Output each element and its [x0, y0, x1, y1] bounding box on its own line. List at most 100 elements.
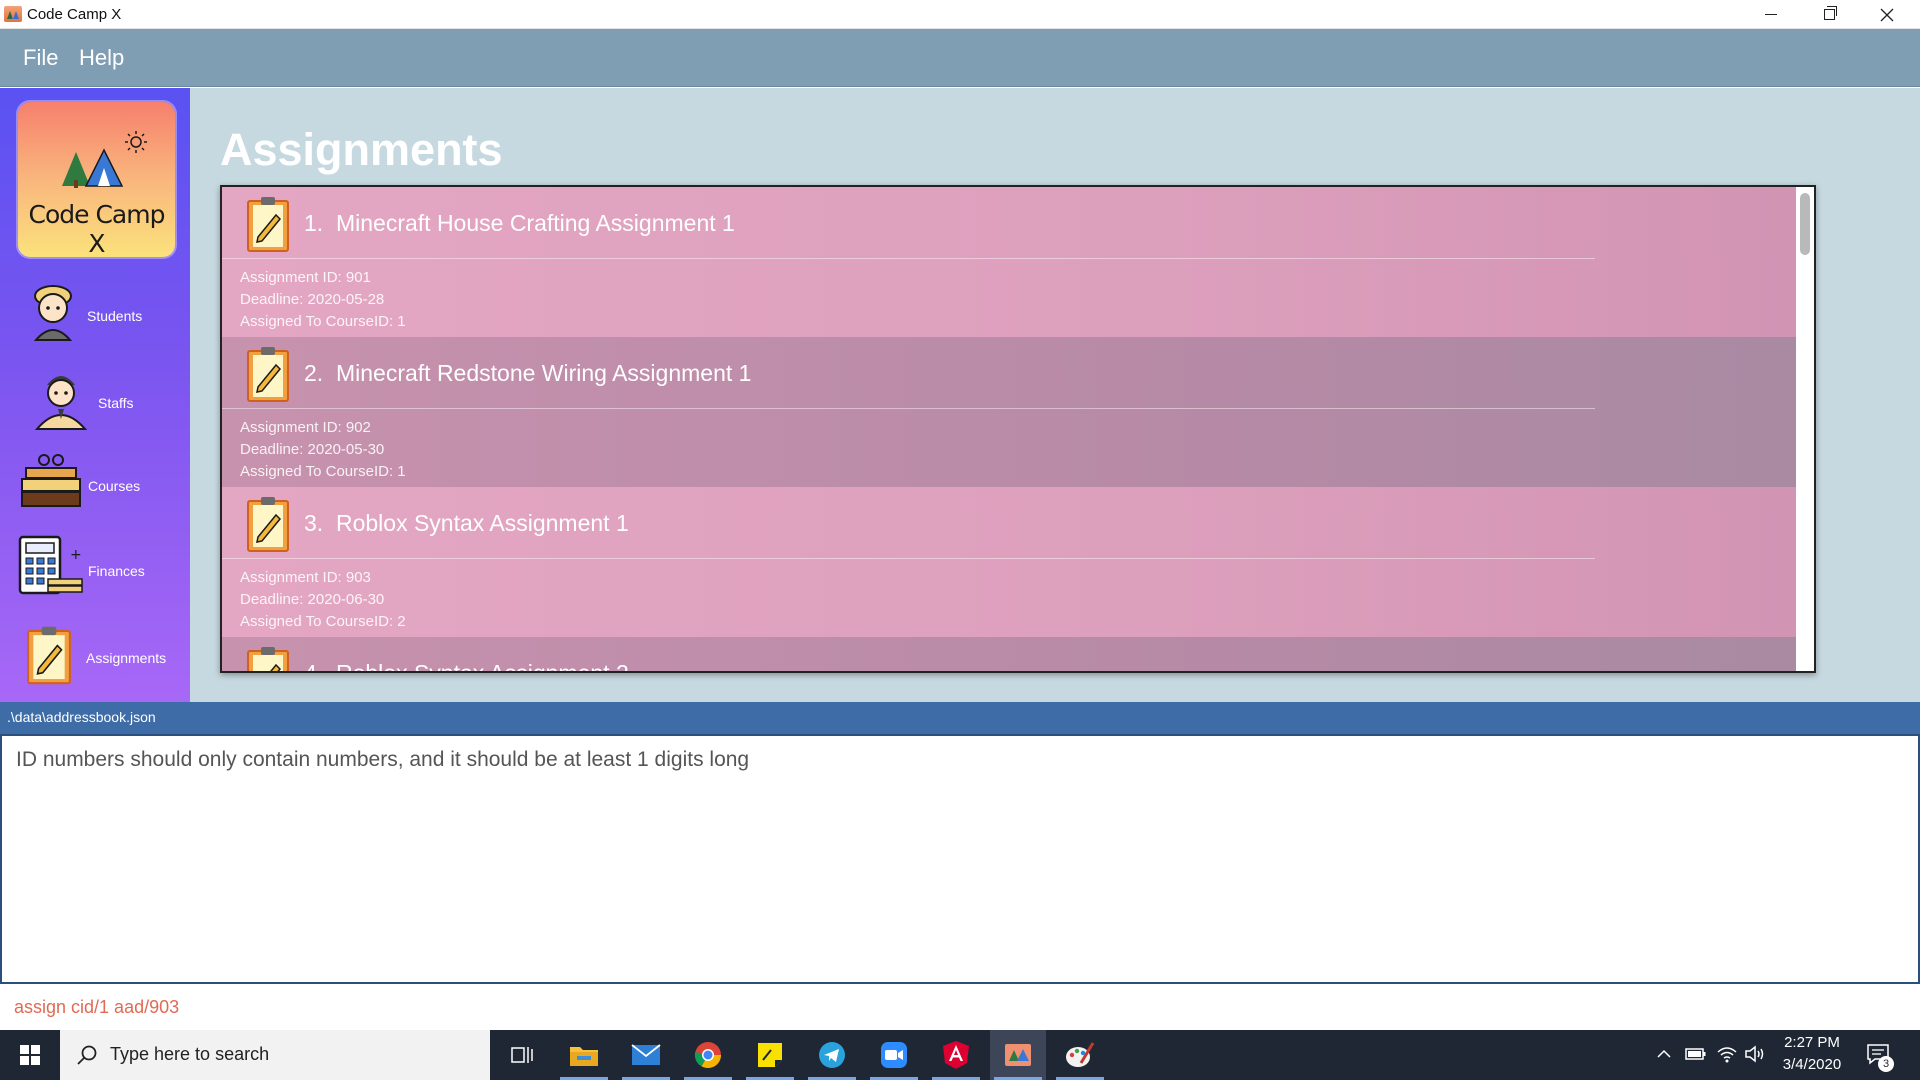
assignment-index: 2.: [304, 360, 324, 386]
taskbar-paint[interactable]: [1052, 1030, 1108, 1080]
taskbar-telegram[interactable]: [804, 1030, 860, 1080]
result-message: ID numbers should only contain numbers, …: [16, 748, 750, 771]
show-hidden-icons-chevron-icon[interactable]: [1656, 1044, 1672, 1064]
assignment-index: 1.: [304, 210, 324, 236]
menu-help[interactable]: Help: [79, 45, 124, 71]
assignment-course: Assigned To CourseID: 2: [240, 613, 406, 630]
staff-icon: [34, 376, 88, 430]
assignment-name: Roblox Syntax Assignment 2: [336, 660, 629, 671]
taskbar: Type here to search 2:27 PM 3/4/2020 3: [0, 1030, 1920, 1080]
assignment-list[interactable]: 1. Minecraft House Crafting Assignment 1…: [220, 185, 1816, 673]
app-logo: Code Camp X: [18, 102, 175, 258]
sidebar-item-label: Finances: [88, 563, 145, 579]
divider: [222, 558, 1595, 559]
sidebar-item-students[interactable]: Students: [0, 278, 190, 356]
assignment-icon: [247, 347, 289, 402]
sidebar-item-label: Staffs: [98, 395, 134, 411]
list-item[interactable]: 4. Roblox Syntax Assignment 2: [222, 637, 1796, 671]
sidebar-item-label: Courses: [88, 478, 141, 494]
clock-time[interactable]: 2:27 PM: [1772, 1034, 1852, 1051]
task-view-icon: [511, 1047, 533, 1063]
restore-button[interactable]: [1800, 0, 1858, 29]
assignment-icon: [247, 197, 289, 252]
sidebar-item-label: Students: [87, 308, 143, 324]
notification-count-badge: 3: [1878, 1056, 1894, 1072]
assignment-title: 3. Roblox Syntax Assignment 1: [304, 510, 629, 537]
taskbar-zoom[interactable]: [866, 1030, 922, 1080]
code-camp-x-icon: [1005, 1044, 1031, 1066]
file-explorer-icon: [570, 1047, 598, 1066]
data-file-path: .\data\addressbook.json: [7, 709, 156, 725]
sun-icon: [125, 131, 147, 153]
list-item[interactable]: 2. Minecraft Redstone Wiring Assignment …: [222, 337, 1796, 487]
sidebar-item-assignments[interactable]: Assignments: [0, 618, 190, 696]
assignment-id: Assignment ID: 902: [240, 419, 371, 436]
taskbar-angular[interactable]: [928, 1030, 984, 1080]
list-scrollbar[interactable]: [1796, 187, 1814, 671]
sidebar-item-courses[interactable]: Courses: [0, 448, 190, 526]
volume-icon[interactable]: [1744, 1044, 1766, 1064]
assignment-list-viewport: 1. Minecraft House Crafting Assignment 1…: [222, 187, 1796, 671]
restore-icon: [1823, 6, 1837, 20]
minimize-button[interactable]: [1742, 0, 1800, 29]
main-panel: Assignments 1. Minecraft House Crafting …: [190, 88, 1920, 702]
courses-icon: [21, 454, 81, 507]
assignment-icon: [247, 647, 289, 671]
assignment-id: Assignment ID: 901: [240, 269, 371, 286]
taskbar-file-explorer[interactable]: [556, 1030, 612, 1080]
chrome-icon: [694, 1042, 722, 1069]
assignment-title: 1. Minecraft House Crafting Assignment 1: [304, 210, 735, 237]
taskbar-sticky-notes[interactable]: [742, 1030, 798, 1080]
taskbar-mail[interactable]: [618, 1030, 674, 1080]
assignment-deadline: Deadline: 2020-05-30: [240, 441, 385, 458]
assignment-course: Assigned To CourseID: 1: [240, 463, 406, 480]
assignment-deadline: Deadline: 2020-05-28: [240, 291, 385, 308]
close-button[interactable]: [1858, 0, 1916, 29]
menu-file[interactable]: File: [23, 45, 58, 71]
camp-tents-icon: [62, 148, 124, 188]
search-placeholder: Type here to search: [110, 1044, 270, 1064]
svg-text:+: +: [70, 547, 82, 563]
sidebar-item-label: Assignments: [86, 650, 167, 666]
assignment-index: 4.: [304, 660, 323, 671]
wifi-icon[interactable]: [1716, 1044, 1738, 1064]
page-title: Assignments: [220, 124, 503, 175]
zoom-icon: [881, 1042, 907, 1068]
telegram-icon: [819, 1042, 845, 1068]
angular-icon: [943, 1041, 969, 1069]
status-bar: .\data\addressbook.json: [0, 702, 1920, 734]
battery-icon[interactable]: [1685, 1044, 1707, 1064]
taskbar-code-camp-x[interactable]: [990, 1030, 1046, 1080]
assignment-name: Minecraft House Crafting Assignment 1: [335, 210, 735, 236]
app-logo-icon: [4, 6, 22, 22]
assignment-course: Assigned To CourseID: 1: [240, 313, 406, 330]
minimize-icon: [1765, 14, 1777, 15]
start-button[interactable]: [0, 1030, 60, 1080]
windows-icon: [20, 1045, 40, 1065]
sidebar-item-staffs[interactable]: Staffs: [0, 363, 190, 441]
search-icon: [77, 1045, 97, 1065]
assignment-title: 4. Roblox Syntax Assignment 2: [304, 660, 629, 671]
assignment-name: Minecraft Redstone Wiring Assignment 1: [335, 360, 752, 386]
menu-bar: File Help: [0, 29, 1920, 87]
taskbar-chrome[interactable]: [680, 1030, 736, 1080]
student-icon: [33, 285, 73, 341]
assignment-index: 3.: [304, 510, 324, 536]
taskbar-search[interactable]: Type here to search: [60, 1030, 490, 1080]
paint-icon: [1066, 1042, 1095, 1067]
list-item[interactable]: 3. Roblox Syntax Assignment 1 Assignment…: [222, 487, 1796, 637]
result-display[interactable]: ID numbers should only contain numbers, …: [0, 734, 1920, 984]
sidebar-item-finances[interactable]: + Finances: [0, 533, 190, 611]
assignment-deadline: Deadline: 2020-06-30: [240, 591, 385, 608]
assignment-icon: [27, 626, 71, 685]
list-item[interactable]: 1. Minecraft House Crafting Assignment 1…: [222, 187, 1796, 337]
divider: [222, 258, 1595, 259]
clock-date[interactable]: 3/4/2020: [1772, 1056, 1852, 1073]
window-title: Code Camp X: [27, 6, 122, 23]
command-box: [0, 984, 1920, 1030]
command-input[interactable]: [0, 984, 1920, 1030]
scrollbar-thumb[interactable]: [1800, 193, 1810, 255]
window-title-bar: Code Camp X: [0, 0, 1920, 29]
taskbar-task-view[interactable]: [494, 1030, 550, 1080]
sidebar: Code Camp X Students Staffs Courses + Fi…: [0, 88, 190, 702]
